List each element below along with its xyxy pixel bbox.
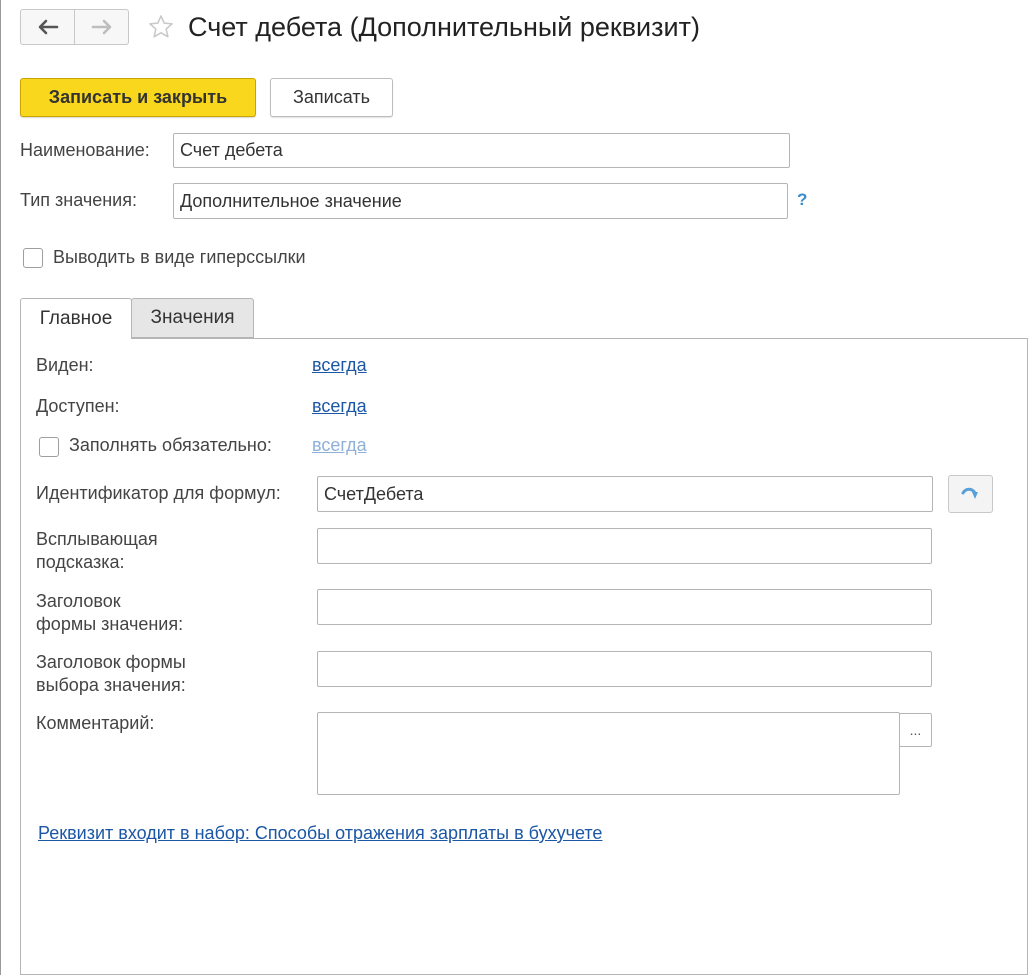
visible-link[interactable]: всегда bbox=[312, 355, 367, 376]
attribute-set-link[interactable]: Реквизит входит в набор: Способы отражен… bbox=[38, 823, 602, 844]
forward-button[interactable] bbox=[74, 10, 128, 44]
required-label[interactable]: Заполнять обязательно: bbox=[69, 435, 272, 456]
value-form-title-label-line-2: формы значения: bbox=[36, 614, 184, 634]
tooltip-label-line-2: подсказка: bbox=[36, 552, 125, 572]
available-label: Доступен: bbox=[36, 396, 120, 416]
help-icon[interactable]: ? bbox=[797, 190, 807, 210]
formula-id-input-value: СчетДебета bbox=[324, 483, 424, 504]
select-form-title-label: Заголовок формы выбора значения: bbox=[36, 651, 186, 697]
save-and-close-button[interactable]: Записать и закрыть bbox=[20, 78, 256, 117]
select-form-title-input[interactable] bbox=[317, 651, 932, 687]
name-label: Наименование: bbox=[20, 140, 150, 160]
hyperlink-checkbox-label[interactable]: Выводить в виде гиперссылки bbox=[53, 247, 306, 268]
tooltip-label: Всплывающая подсказка: bbox=[36, 528, 158, 574]
tooltip-input[interactable] bbox=[317, 528, 932, 564]
required-checkbox[interactable] bbox=[39, 437, 59, 457]
value-type-input-value: Дополнительное значение bbox=[180, 190, 402, 211]
save-button[interactable]: Записать bbox=[270, 78, 393, 117]
value-form-title-label: Заголовок формы значения: bbox=[36, 590, 183, 636]
formula-id-label: Идентификатор для формул: bbox=[36, 483, 281, 503]
name-input[interactable]: Счет дебета bbox=[173, 133, 790, 168]
value-type-input[interactable]: Дополнительное значение bbox=[173, 183, 788, 219]
tab-values[interactable]: Значения bbox=[131, 298, 254, 338]
value-type-label: Тип значения: bbox=[20, 190, 137, 210]
favorite-star-icon[interactable] bbox=[147, 13, 175, 41]
value-form-title-input[interactable] bbox=[317, 589, 932, 625]
generate-id-button[interactable] bbox=[948, 475, 993, 513]
comment-textarea[interactable] bbox=[317, 712, 900, 795]
formula-id-input[interactable]: СчетДебета bbox=[317, 476, 933, 512]
tab-main[interactable]: Главное bbox=[20, 298, 132, 339]
name-input-value: Счет дебета bbox=[180, 140, 283, 160]
arrow-right-icon bbox=[91, 19, 111, 35]
value-form-title-label-line-1: Заголовок bbox=[36, 591, 121, 611]
curved-arrow-icon bbox=[961, 487, 978, 499]
arrow-left-icon bbox=[38, 19, 58, 35]
select-form-title-label-line-1: Заголовок формы bbox=[36, 652, 186, 672]
comment-expand-button[interactable]: ... bbox=[899, 713, 932, 747]
comment-label: Комментарий: bbox=[36, 713, 155, 733]
required-link: всегда bbox=[312, 435, 367, 455]
tooltip-label-line-1: Всплывающая bbox=[36, 529, 158, 549]
back-button[interactable] bbox=[21, 10, 74, 44]
select-form-title-label-line-2: выбора значения: bbox=[36, 675, 186, 695]
visible-label: Виден: bbox=[36, 355, 94, 375]
window-title: Счет дебета (Дополнительный реквизит) bbox=[188, 12, 700, 42]
available-link[interactable]: всегда bbox=[312, 396, 367, 417]
hyperlink-checkbox[interactable] bbox=[23, 248, 43, 268]
navigation-buttons bbox=[20, 9, 129, 45]
